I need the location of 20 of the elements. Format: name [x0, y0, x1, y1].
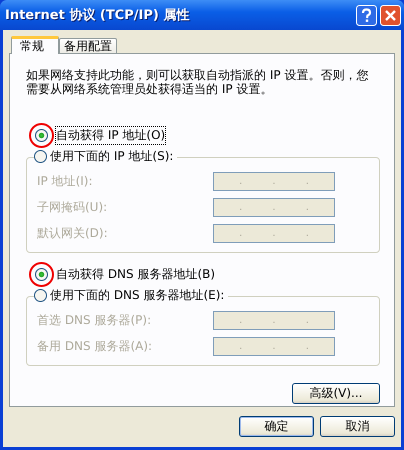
tab[interactable]: 备用配置	[59, 38, 117, 53]
field-label: 备用 DNS 服务器(A):	[37, 338, 154, 354]
help-icon[interactable]	[356, 4, 377, 26]
radio-label[interactable]: 自动获得 DNS 服务器地址(B)	[56, 266, 216, 282]
dialog-button[interactable]: 取消	[320, 416, 395, 437]
field-label: 首选 DNS 服务器(P):	[37, 312, 152, 328]
radio-button[interactable]	[34, 150, 47, 163]
description-text: 如果网络支持此功能，则可以获取自动指派的 IP 设置。否则，您需要从网络系统管理员处获得适当的 IP 设置。	[26, 68, 370, 96]
field-label: IP 地址(I):	[37, 172, 94, 190]
radio-button[interactable]	[34, 289, 47, 302]
radio-button[interactable]	[35, 268, 48, 280]
radio-button[interactable]	[35, 128, 48, 142]
window-title: Internet 协议 (TCP/IP) 属性	[5, 6, 190, 24]
close-icon[interactable]	[380, 4, 401, 26]
tab[interactable]: 常规	[11, 36, 59, 54]
advanced-button[interactable]: 高级(V)...	[292, 383, 380, 404]
dialog-button[interactable]: 确定	[239, 416, 314, 437]
field-label: 默认网关(D):	[37, 224, 109, 242]
radio-label[interactable]: 自动获得 IP 地址(O)	[56, 126, 166, 144]
field-label: 子网掩码(U):	[37, 198, 108, 216]
